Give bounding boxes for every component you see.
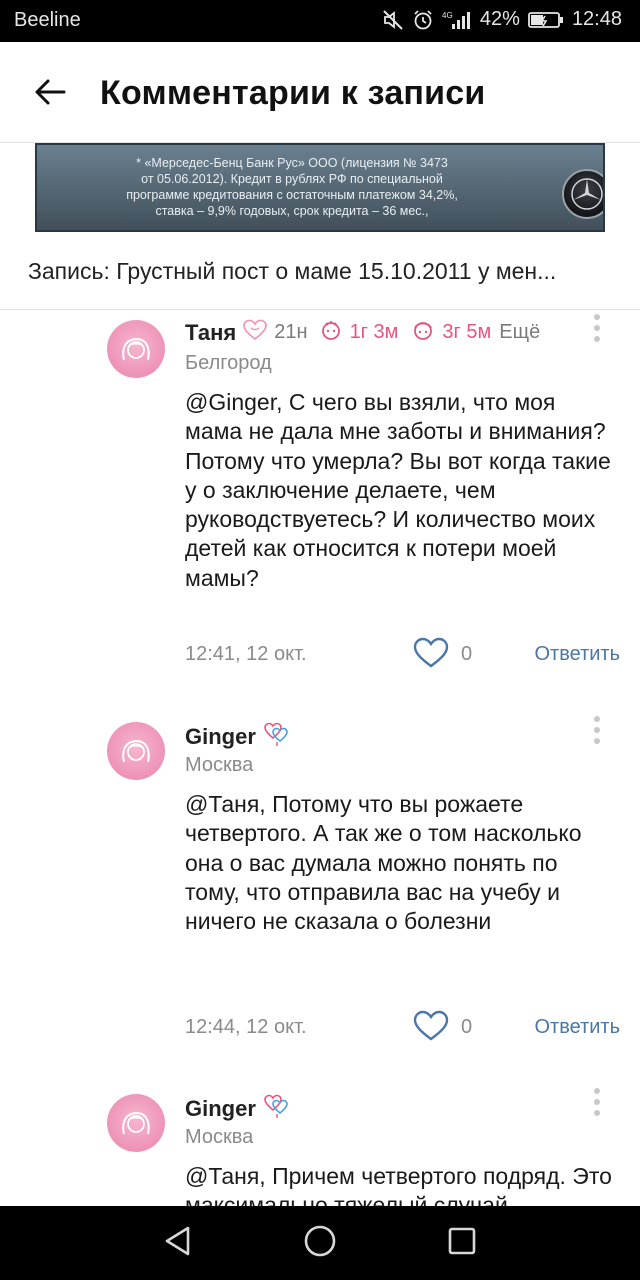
like-button[interactable] bbox=[411, 1008, 451, 1048]
ad-banner[interactable]: * «Мерседес-Бенц Банк Рус» ООО (лицензия… bbox=[35, 143, 605, 232]
status-bar: Beeline 4G 42% 12:48 bbox=[0, 0, 640, 42]
author-city: Москва bbox=[185, 1126, 254, 1148]
alarm-icon bbox=[412, 9, 434, 31]
nav-home-button[interactable] bbox=[300, 1223, 340, 1263]
child-age: 1г 3м bbox=[349, 321, 399, 343]
nav-back-button[interactable] bbox=[158, 1223, 198, 1263]
arrow-left-icon bbox=[34, 78, 66, 111]
hearts-badge-icon bbox=[262, 720, 292, 753]
girl-icon bbox=[410, 318, 436, 347]
comment-footer: 12:44, 12 окт. 0 Ответить bbox=[185, 1008, 620, 1048]
kebab-dot bbox=[594, 738, 600, 744]
child-age: 3г 5м bbox=[442, 321, 492, 343]
signal-icon: 4G bbox=[442, 9, 472, 31]
comment-text: @Ginger, С чего вы взяли, что моя мама н… bbox=[185, 389, 611, 591]
author-line: Таня 21н 1г 3м 3г 5м Ещё bbox=[185, 318, 540, 347]
kebab-dot bbox=[594, 1110, 600, 1116]
author-line: Ginger bbox=[185, 1092, 292, 1125]
circle-home-icon bbox=[303, 1224, 337, 1263]
author-city: Белгород bbox=[185, 352, 272, 374]
comment-footer: 12:41, 12 окт. 0 Ответить bbox=[185, 635, 620, 675]
author-city: Москва bbox=[185, 754, 254, 776]
reply-button[interactable]: Ответить bbox=[535, 1016, 621, 1039]
comment-time: 12:41, 12 окт. bbox=[185, 643, 307, 665]
heart-icon bbox=[413, 1010, 449, 1047]
heart-icon bbox=[413, 637, 449, 674]
battery-charging-icon bbox=[528, 10, 564, 30]
author-name[interactable]: Ginger bbox=[185, 1096, 256, 1122]
square-recents-icon bbox=[447, 1226, 477, 1261]
comment-item: Ginger Москва @Таня, Потому что вы рожае… bbox=[0, 710, 640, 1080]
author-name[interactable]: Таня bbox=[185, 320, 236, 346]
comment-item: Таня 21н 1г 3м 3г 5м Ещё Белгород @Ginge… bbox=[0, 310, 640, 700]
like-button[interactable] bbox=[411, 635, 451, 675]
battery-percent: 42% bbox=[479, 8, 520, 30]
kebab-dot bbox=[594, 727, 600, 733]
pregnancy-heart-icon bbox=[242, 319, 268, 346]
avatar[interactable] bbox=[107, 1094, 165, 1152]
more-badges-link[interactable]: Ещё bbox=[499, 321, 540, 344]
hearts-badge-icon bbox=[262, 1092, 292, 1125]
triangle-back-icon bbox=[163, 1225, 193, 1262]
reply-button[interactable]: Ответить bbox=[535, 643, 621, 666]
comment-item: Ginger Москва @Таня, Причем четвертого п… bbox=[0, 1082, 640, 1206]
kebab-dot bbox=[594, 336, 600, 342]
comment-text: @Таня, Причем четвертого подряд. Это мак… bbox=[185, 1163, 612, 1206]
clock: 12:48 bbox=[571, 8, 622, 30]
comment-menu-button[interactable] bbox=[590, 1086, 604, 1118]
pregnancy-week: 21н bbox=[274, 321, 308, 343]
avatar[interactable] bbox=[107, 320, 165, 378]
svg-text:4G: 4G bbox=[442, 11, 453, 20]
page-title: Комментарии к записи bbox=[100, 74, 486, 112]
kebab-dot bbox=[594, 314, 600, 320]
kebab-dot bbox=[594, 1099, 600, 1105]
post-title: Запись: Грустный пост о маме 15.10.2011 … bbox=[28, 258, 557, 284]
avatar[interactable] bbox=[107, 722, 165, 780]
comment-menu-button[interactable] bbox=[590, 312, 604, 344]
mute-icon bbox=[382, 9, 404, 31]
carrier-name: Beeline bbox=[14, 9, 81, 31]
comments-list: Таня 21н 1г 3м 3г 5м Ещё Белгород @Ginge… bbox=[0, 310, 640, 1206]
like-count: 0 bbox=[461, 1016, 473, 1038]
comment-menu-button[interactable] bbox=[590, 714, 604, 746]
kebab-dot bbox=[594, 325, 600, 331]
baby-icon bbox=[318, 318, 344, 347]
comment-text: @Таня, Потому что вы рожаете четвертого.… bbox=[185, 791, 582, 935]
author-line: Ginger bbox=[185, 720, 292, 753]
kebab-dot bbox=[594, 1088, 600, 1094]
comment-time: 12:44, 12 окт. bbox=[185, 1016, 307, 1038]
status-icons: 4G 42% 12:48 bbox=[382, 8, 622, 31]
like-count: 0 bbox=[461, 643, 473, 665]
ad-disclaimer-text: * «Мерседес-Бенц Банк Рус» ООО (лицензия… bbox=[126, 156, 458, 218]
back-button[interactable] bbox=[28, 72, 72, 116]
app-bar: Комментарии к записи bbox=[0, 42, 640, 143]
kebab-dot bbox=[594, 716, 600, 722]
mercedes-logo-icon bbox=[562, 169, 603, 219]
nav-recents-button[interactable] bbox=[442, 1223, 482, 1263]
author-name[interactable]: Ginger bbox=[185, 724, 256, 750]
post-link[interactable]: Запись: Грустный пост о маме 15.10.2011 … bbox=[0, 232, 640, 310]
system-nav-bar bbox=[0, 1206, 640, 1280]
